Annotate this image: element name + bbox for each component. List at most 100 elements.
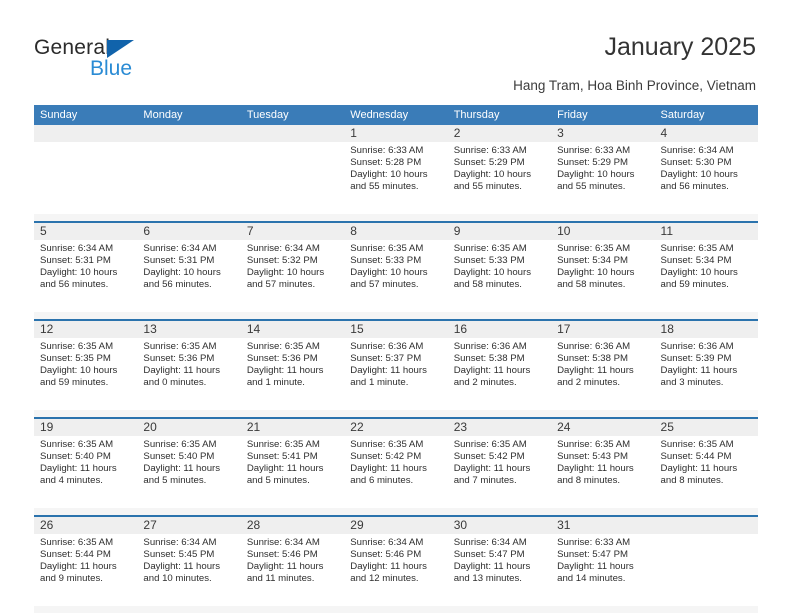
sunset-text: Sunset: 5:44 PM	[660, 450, 732, 462]
daylight-text: Daylight: 11 hours and 2 minutes.	[453, 364, 531, 388]
calendar-day-cell[interactable]: 25 Sunrise: 6:35 AM Sunset: 5:44 PM Dayligh…	[654, 419, 758, 508]
day-number: 13	[137, 321, 241, 338]
calendar-weeks: 1 Sunrise: 6:33 AM Sunset: 5:28 PM Daylight…	[34, 125, 758, 613]
day-number: 27	[137, 517, 241, 534]
sunrise-text: Sunrise: 6:34 AM	[246, 537, 320, 548]
sunset-text: Sunset: 5:29 PM	[557, 156, 629, 168]
calendar-day-cell[interactable]: 10 Sunrise: 6:35 AM Sunset: 5:34 PM Dayligh…	[551, 223, 655, 312]
day-details: Sunrise: 6:36 AM Sunset: 5:38 PM Daylight:…	[551, 338, 654, 389]
day-details: Sunrise: 6:35 AM Sunset: 5:36 PM Daylight:…	[137, 338, 240, 389]
calendar-day-cell[interactable]: 6 Sunrise: 6:34 AM Sunset: 5:31 PM Daylight…	[137, 223, 241, 312]
calendar-day-cell[interactable]: 22 Sunrise: 6:35 AM Sunset: 5:42 PM Dayligh…	[344, 419, 448, 508]
daylight-text: Daylight: 10 hours and 56 minutes.	[40, 266, 118, 290]
calendar-day-cell[interactable]: 29 Sunrise: 6:34 AM Sunset: 5:46 PM Dayligh…	[344, 517, 448, 606]
day-number: 9	[447, 223, 552, 240]
calendar-day-cell[interactable]: 28 Sunrise: 6:34 AM Sunset: 5:46 PM Dayligh…	[240, 517, 345, 606]
calendar-day-cell[interactable]: 31 Sunrise: 6:33 AM Sunset: 5:47 PM Dayligh…	[551, 517, 655, 606]
sunrise-text: Sunrise: 6:35 AM	[40, 537, 114, 548]
day-number: 8	[344, 223, 448, 240]
day-number: 6	[137, 223, 241, 240]
day-number: 21	[240, 419, 345, 436]
day-details: Sunrise: 6:33 AM Sunset: 5:29 PM Daylight:…	[448, 142, 551, 193]
daylight-text: Daylight: 10 hours and 56 minutes.	[143, 266, 221, 290]
calendar-day-cell[interactable]: 3 Sunrise: 6:33 AM Sunset: 5:29 PM Daylight…	[551, 125, 655, 214]
day-number: 17	[551, 321, 655, 338]
day-details: Sunrise: 6:34 AM Sunset: 5:32 PM Daylight:…	[241, 240, 344, 291]
calendar-day-cell[interactable]: 2 Sunrise: 6:33 AM Sunset: 5:29 PM Daylight…	[447, 125, 552, 214]
daylight-text: Daylight: 11 hours and 3 minutes.	[660, 364, 738, 388]
sunrise-text: Sunrise: 6:35 AM	[453, 243, 527, 254]
daylight-text: Daylight: 11 hours and 12 minutes.	[350, 560, 427, 584]
calendar-day-cell[interactable]: 5 Sunrise: 6:34 AM Sunset: 5:31 PM Daylight…	[34, 223, 138, 312]
calendar-day-cell[interactable]: 4 Sunrise: 6:34 AM Sunset: 5:30 PM Daylight…	[654, 125, 758, 214]
calendar-day-cell[interactable]: 7 Sunrise: 6:34 AM Sunset: 5:32 PM Daylight…	[240, 223, 345, 312]
calendar-day-cell[interactable]: 12 Sunrise: 6:35 AM Sunset: 5:35 PM Dayligh…	[34, 321, 138, 410]
day-details: Sunrise: 6:33 AM Sunset: 5:28 PM Daylight:…	[344, 142, 447, 193]
daylight-text: Daylight: 10 hours and 55 minutes.	[350, 168, 428, 192]
calendar-day-cell[interactable]: 23 Sunrise: 6:35 AM Sunset: 5:42 PM Dayligh…	[447, 419, 552, 508]
sunset-text: Sunset: 5:40 PM	[40, 450, 111, 462]
day-number: 23	[447, 419, 552, 436]
sunrise-text: Sunrise: 6:36 AM	[660, 341, 734, 352]
calendar-day-cell[interactable]: 15 Sunrise: 6:36 AM Sunset: 5:37 PM Dayligh…	[344, 321, 448, 410]
day-details: Sunrise: 6:34 AM Sunset: 5:46 PM Daylight:…	[344, 534, 447, 585]
calendar-cell-empty	[34, 125, 138, 214]
calendar-day-cell[interactable]: 19 Sunrise: 6:35 AM Sunset: 5:40 PM Dayligh…	[34, 419, 138, 508]
day-number: 4	[654, 125, 758, 142]
day-details: Sunrise: 6:35 AM Sunset: 5:40 PM Daylight:…	[34, 436, 137, 487]
sunrise-text: Sunrise: 6:35 AM	[350, 439, 424, 450]
calendar-day-cell[interactable]: 24 Sunrise: 6:35 AM Sunset: 5:43 PM Dayligh…	[551, 419, 655, 508]
calendar-day-cell[interactable]: 11 Sunrise: 6:35 AM Sunset: 5:34 PM Dayligh…	[654, 223, 758, 312]
sunset-text: Sunset: 5:35 PM	[40, 352, 111, 364]
day-number	[137, 125, 241, 142]
sunrise-text: Sunrise: 6:34 AM	[660, 145, 734, 156]
sunrise-text: Sunrise: 6:35 AM	[40, 341, 114, 352]
sunset-text: Sunset: 5:46 PM	[246, 548, 318, 560]
calendar-day-cell[interactable]: 16 Sunrise: 6:36 AM Sunset: 5:38 PM Dayligh…	[447, 321, 552, 410]
daylight-text: Daylight: 10 hours and 57 minutes.	[246, 266, 325, 290]
daylight-text: Daylight: 10 hours and 59 minutes.	[660, 266, 738, 290]
sunset-text: Sunset: 5:40 PM	[143, 450, 215, 462]
calendar-day-cell[interactable]: 13 Sunrise: 6:35 AM Sunset: 5:36 PM Dayligh…	[137, 321, 241, 410]
calendar-day-cell[interactable]: 17 Sunrise: 6:36 AM Sunset: 5:38 PM Dayligh…	[551, 321, 655, 410]
weekday-header-row: Sunday Monday Tuesday Wednesday Thursday…	[34, 105, 758, 125]
daylight-text: Daylight: 11 hours and 2 minutes.	[557, 364, 634, 388]
daylight-text: Daylight: 11 hours and 7 minutes.	[453, 462, 531, 486]
day-number	[654, 517, 758, 534]
calendar-day-cell[interactable]: 8 Sunrise: 6:35 AM Sunset: 5:33 PM Daylight…	[344, 223, 448, 312]
weekday-header-saturday: Saturday	[660, 109, 705, 121]
weekday-header-sunday: Sunday	[40, 109, 78, 121]
sunrise-text: Sunrise: 6:34 AM	[350, 537, 424, 548]
calendar-day-cell[interactable]: 30 Sunrise: 6:34 AM Sunset: 5:47 PM Dayligh…	[447, 517, 552, 606]
daylight-text: Daylight: 11 hours and 6 minutes.	[350, 462, 427, 486]
day-details: Sunrise: 6:35 AM Sunset: 5:33 PM Daylight:…	[448, 240, 551, 291]
calendar-week-cells: 26 Sunrise: 6:35 AM Sunset: 5:44 PM Dayligh…	[34, 517, 758, 606]
daylight-text: Daylight: 11 hours and 0 minutes.	[143, 364, 221, 388]
calendar-day-cell[interactable]: 27 Sunrise: 6:34 AM Sunset: 5:45 PM Dayligh…	[137, 517, 241, 606]
calendar-day-cell[interactable]: 9 Sunrise: 6:35 AM Sunset: 5:33 PM Daylight…	[447, 223, 552, 312]
sunrise-text: Sunrise: 6:34 AM	[246, 243, 320, 254]
day-number: 16	[447, 321, 552, 338]
sunset-text: Sunset: 5:34 PM	[557, 254, 629, 266]
calendar-day-cell[interactable]: 26 Sunrise: 6:35 AM Sunset: 5:44 PM Dayligh…	[34, 517, 138, 606]
day-number: 10	[551, 223, 655, 240]
sunrise-text: Sunrise: 6:35 AM	[660, 439, 734, 450]
sunrise-text: Sunrise: 6:35 AM	[557, 439, 631, 450]
daylight-text: Daylight: 10 hours and 58 minutes.	[453, 266, 532, 290]
calendar-day-cell[interactable]: 18 Sunrise: 6:36 AM Sunset: 5:39 PM Dayligh…	[654, 321, 758, 410]
calendar-day-cell[interactable]: 14 Sunrise: 6:35 AM Sunset: 5:36 PM Dayligh…	[240, 321, 345, 410]
daylight-text: Daylight: 11 hours and 11 minutes.	[246, 560, 324, 584]
week-row-footer	[34, 508, 758, 515]
page-title: January 2025	[604, 33, 756, 61]
calendar-day-cell[interactable]: 21 Sunrise: 6:35 AM Sunset: 5:41 PM Dayligh…	[240, 419, 345, 508]
week-row-footer	[34, 410, 758, 417]
general-blue-logo[interactable]: General Blue	[34, 36, 214, 86]
calendar-day-cell[interactable]: 1 Sunrise: 6:33 AM Sunset: 5:28 PM Daylight…	[344, 125, 448, 214]
day-details: Sunrise: 6:35 AM Sunset: 5:42 PM Daylight:…	[448, 436, 551, 487]
sunset-text: Sunset: 5:47 PM	[453, 548, 525, 560]
calendar-week-cells: 1 Sunrise: 6:33 AM Sunset: 5:28 PM Daylight…	[34, 125, 758, 214]
day-number: 22	[344, 419, 448, 436]
calendar-day-cell[interactable]: 20 Sunrise: 6:35 AM Sunset: 5:40 PM Dayligh…	[137, 419, 241, 508]
day-details: Sunrise: 6:35 AM Sunset: 5:44 PM Daylight:…	[34, 534, 137, 585]
calendar-week-row: 26 Sunrise: 6:35 AM Sunset: 5:44 PM Dayligh…	[34, 515, 758, 613]
